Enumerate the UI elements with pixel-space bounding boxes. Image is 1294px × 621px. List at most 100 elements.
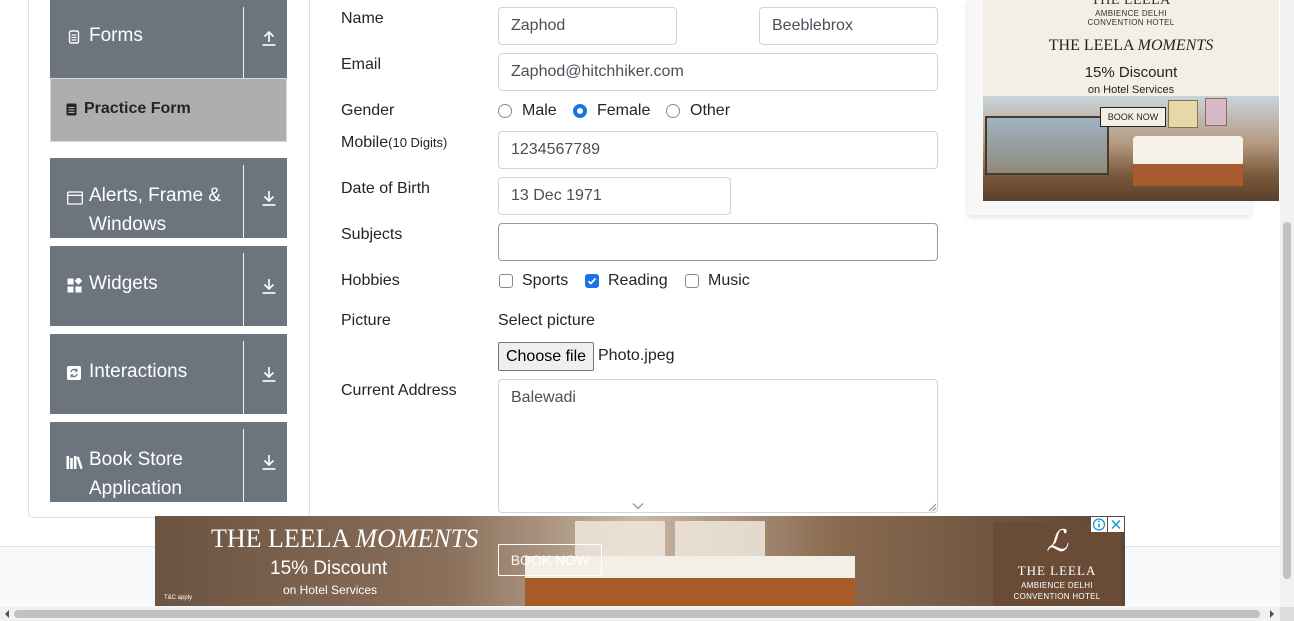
- ad-headline-part2: MOMENTS: [1137, 37, 1214, 54]
- download-icon[interactable]: [261, 365, 277, 383]
- first-name-input[interactable]: Zaphod: [498, 7, 677, 45]
- checkbox-label: Reading: [608, 272, 668, 289]
- sidebar-group-title: Alerts, Frame &: [89, 185, 221, 206]
- close-ad-button[interactable]: [1108, 517, 1124, 532]
- ad-offer-sub: on Hotel Services: [1087, 84, 1175, 96]
- scroll-right-icon[interactable]: [1268, 609, 1276, 619]
- sidebar-group-title-line2: Windows: [89, 214, 167, 235]
- scroll-left-icon[interactable]: [3, 609, 11, 619]
- document-icon: [68, 30, 80, 44]
- divider: [243, 341, 244, 414]
- sidebar-group-alerts[interactable]: Alerts, Frame & Windows: [50, 158, 287, 238]
- bed-runner: [525, 578, 855, 606]
- picture-label: Picture: [341, 312, 391, 329]
- resize-handle-icon[interactable]: [928, 503, 937, 512]
- radio-label: Other: [690, 102, 731, 119]
- wall-art-image: [1168, 100, 1198, 128]
- dob-label: Date of Birth: [341, 180, 430, 197]
- sidebar-group-book-store[interactable]: Book Store Application: [50, 422, 287, 502]
- window-icon: [67, 191, 83, 205]
- divider: [243, 7, 244, 78]
- ad-venue-line2: CONVENTION HOTEL: [1013, 592, 1101, 601]
- email-label: Email: [341, 56, 382, 73]
- refresh-icon: [67, 366, 81, 380]
- bed-runner: [1133, 164, 1243, 186]
- ad-headline-part1: THE LEELA: [1048, 37, 1138, 54]
- checkbox[interactable]: [499, 274, 513, 288]
- sidebar-group-title: Forms: [89, 25, 143, 46]
- info-icon: [1092, 518, 1106, 531]
- sidebar-item-label: Practice Form: [84, 100, 191, 117]
- hotel-ad-banner[interactable]: THE LEELA AMBIENCE DELHI CONVENTION HOTE…: [983, 0, 1279, 201]
- mobile-input[interactable]: 1234567789: [498, 131, 938, 169]
- adchoices-icon[interactable]: [1091, 517, 1107, 532]
- download-icon[interactable]: [261, 453, 277, 471]
- ad-brand: THE LEELA: [1091, 0, 1171, 8]
- mobile-label: Mobile(10 Digits): [341, 134, 447, 152]
- ad-venue-line2: CONVENTION HOTEL: [1087, 18, 1175, 27]
- address-text: Balewadi: [511, 389, 576, 406]
- sidebar-group-title: Interactions: [89, 361, 188, 382]
- download-icon[interactable]: [261, 189, 277, 207]
- checkbox[interactable]: [685, 274, 699, 288]
- radio-label: Female: [597, 102, 651, 119]
- checkbox-checked[interactable]: [585, 274, 599, 288]
- chevron-down-icon: [632, 503, 644, 510]
- divider: [243, 253, 244, 326]
- wall-art-image: [1205, 98, 1227, 126]
- ad-venue-line1: AMBIENCE DELHI: [1095, 9, 1167, 18]
- ad-headline: THE LEELA MOMENTS: [983, 37, 1279, 55]
- bed-image: [1133, 136, 1243, 166]
- scrollbar-corner: [1280, 607, 1294, 621]
- select-picture-label: Select picture: [498, 312, 595, 329]
- ad-brand: THE LEELA: [1017, 563, 1097, 578]
- divider: [243, 429, 244, 502]
- books-icon: [66, 456, 83, 470]
- mobile-label-text: Mobile: [341, 134, 389, 151]
- mobile-hint: (10 Digits): [388, 135, 448, 150]
- sidebar-group-interactions[interactable]: Interactions: [50, 334, 287, 414]
- sidebar-group-title-line2: Application: [89, 478, 182, 499]
- hotel-ad-banner-bottom[interactable]: THE LEELA MOMENTS 15% Discount on Hotel …: [155, 516, 1125, 606]
- ad-offer-sub: on Hotel Services: [283, 583, 378, 597]
- checkmark-icon: [587, 277, 597, 285]
- dob-input[interactable]: 13 Dec 1971: [498, 177, 731, 215]
- radio-button-selected[interactable]: [573, 104, 587, 118]
- address-label: Current Address: [341, 382, 457, 399]
- widgets-icon: [67, 278, 82, 293]
- choose-file-button[interactable]: Choose file: [498, 342, 594, 371]
- email-input[interactable]: Zaphod@hitchhiker.com: [498, 53, 938, 91]
- sidebar-group-widgets[interactable]: Widgets: [50, 246, 287, 326]
- sidebar-group-title: Widgets: [89, 273, 158, 294]
- ad-book-now-button[interactable]: BOOK NOW: [1100, 107, 1166, 127]
- file-name: Photo.jpeg: [598, 347, 675, 364]
- gender-label: Gender: [341, 102, 395, 119]
- radio-button[interactable]: [666, 104, 680, 118]
- ad-headline-part2: MOMENTS: [355, 524, 479, 553]
- subjects-input[interactable]: [498, 223, 938, 261]
- current-address-textarea[interactable]: Balewadi: [498, 379, 938, 513]
- ad-offer: 15% Discount: [270, 558, 388, 579]
- form-icon: [66, 103, 77, 116]
- ad-offer: 15% Discount: [1084, 64, 1178, 81]
- horizontal-scrollbar-thumb[interactable]: [14, 610, 1260, 618]
- checkbox-label: Sports: [522, 272, 569, 289]
- pillow-image: [675, 521, 765, 561]
- radio-label: Male: [522, 102, 557, 119]
- close-icon: [1111, 519, 1121, 530]
- ad-brand-panel: ℒ THE LEELA AMBIENCE DELHI CONVENTION HO…: [993, 522, 1121, 606]
- last-name-input[interactable]: Beeblebrox: [759, 7, 938, 45]
- upload-icon[interactable]: [261, 29, 277, 47]
- ad-headline: THE LEELA MOMENTS: [211, 524, 478, 554]
- window-view: [985, 116, 1109, 175]
- radio-button[interactable]: [498, 104, 512, 118]
- sidebar-group-forms[interactable]: Forms: [50, 0, 287, 78]
- ad-fine-print: T&C apply: [164, 595, 193, 601]
- vertical-scrollbar-thumb[interactable]: [1283, 222, 1291, 579]
- ad-book-now-button[interactable]: BOOK NOW: [498, 544, 602, 576]
- sidebar-item-practice-form[interactable]: Practice Form: [50, 78, 287, 142]
- download-icon[interactable]: [261, 277, 277, 295]
- ad-venue-line1: AMBIENCE DELHI: [1021, 581, 1093, 590]
- name-label: Name: [341, 10, 384, 27]
- ad-headline-part1: THE LEELA: [211, 524, 356, 553]
